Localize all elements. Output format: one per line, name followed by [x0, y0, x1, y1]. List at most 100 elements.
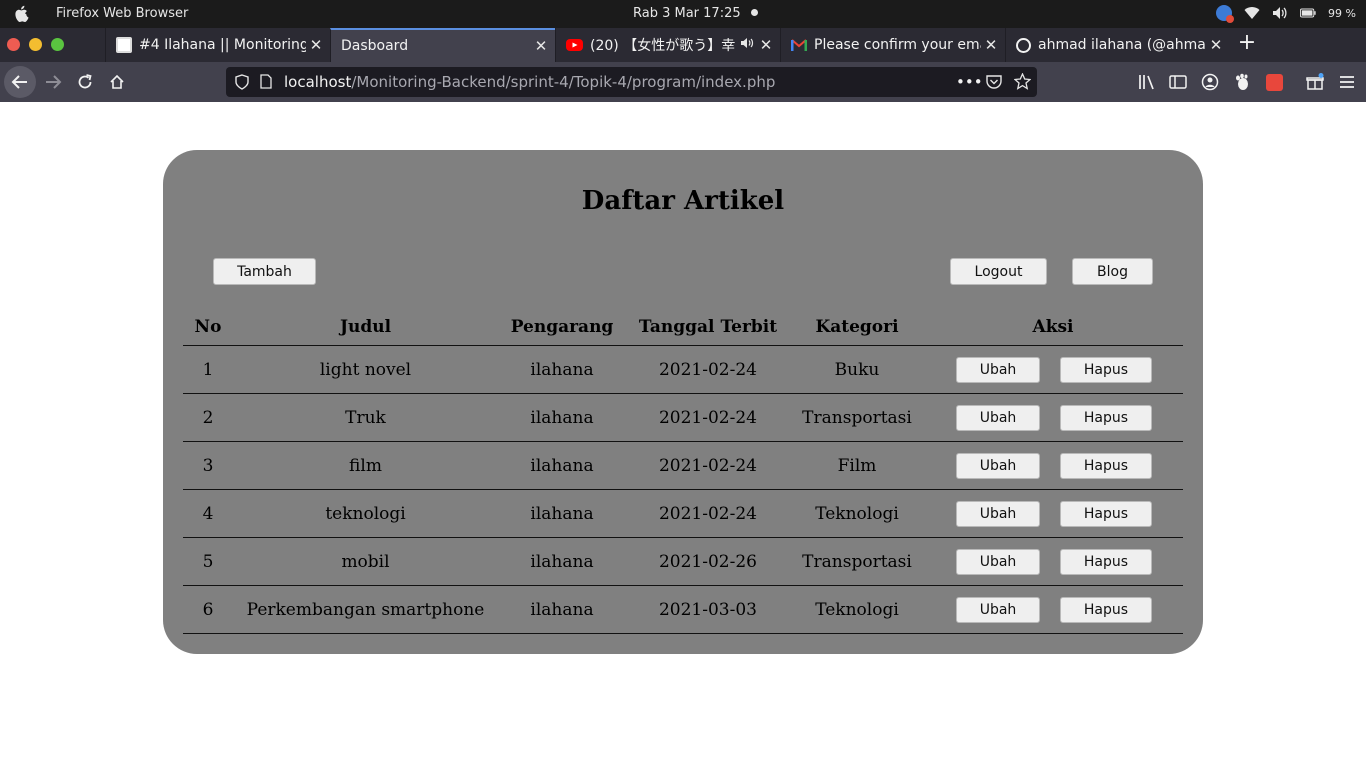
- cell-judul: film: [349, 455, 382, 476]
- tab-github[interactable]: ahmad ilahana (@ahmad ✕: [1005, 28, 1230, 62]
- hapus-button[interactable]: Hapus: [1060, 597, 1152, 623]
- home-button[interactable]: [101, 66, 133, 98]
- tab-title: ahmad ilahana (@ahmad: [1038, 37, 1206, 53]
- forward-arrow-icon: [46, 75, 62, 89]
- hapus-button[interactable]: Hapus: [1060, 549, 1152, 575]
- tab-dasboard[interactable]: Dasboard ✕: [330, 28, 555, 62]
- article-table: No Judul Pengarang Tanggal Terbit Katego…: [183, 308, 1183, 634]
- tab-gmail[interactable]: Please confirm your ema ✕: [780, 28, 1005, 62]
- url-bar[interactable]: localhost/Monitoring-Backend/sprint-4/To…: [226, 67, 1037, 97]
- pocket-icon[interactable]: [986, 74, 1002, 90]
- cell-pengarang: ilahana: [530, 455, 594, 476]
- tracking-shield-icon[interactable]: [235, 74, 249, 90]
- header-no: No: [194, 316, 222, 337]
- library-icon[interactable]: [1137, 72, 1157, 92]
- apple-logo-icon[interactable]: [14, 5, 30, 22]
- ubah-button[interactable]: Ubah: [956, 597, 1040, 623]
- account-icon[interactable]: [1200, 72, 1220, 92]
- cell-kategori: Teknologi: [815, 503, 899, 524]
- blog-button[interactable]: Blog: [1072, 258, 1153, 285]
- active-app-name[interactable]: Firefox Web Browser: [56, 6, 188, 21]
- header-pengarang: Pengarang: [510, 316, 614, 337]
- tab-close-icon[interactable]: ✕: [981, 36, 1001, 54]
- table-row: 3 film ilahana 2021-02-24 Film Ubah Hapu…: [183, 442, 1183, 490]
- ubah-button[interactable]: Ubah: [956, 357, 1040, 383]
- tab-close-icon[interactable]: ✕: [756, 36, 776, 54]
- tab-monitoring[interactable]: #4 Ilahana || Monitoring B ✕: [105, 28, 330, 62]
- menu-hamburger-icon[interactable]: [1337, 72, 1357, 92]
- ubah-button[interactable]: Ubah: [956, 501, 1040, 527]
- browser-nav-bar: localhost/Monitoring-Backend/sprint-4/To…: [0, 62, 1366, 102]
- forward-button[interactable]: [37, 66, 69, 98]
- system-tray: 99 %: [1216, 5, 1356, 23]
- speaker-icon[interactable]: [740, 37, 754, 53]
- table-row: 1 light novel ilahana 2021-02-24 Buku Ub…: [183, 346, 1183, 394]
- url-path: /Monitoring-Backend/sprint-4/Topik-4/pro…: [351, 73, 776, 91]
- wifi-icon[interactable]: [1244, 5, 1260, 21]
- os-top-bar: Firefox Web Browser Rab 3 Mar 17:25 99 %: [0, 0, 1366, 28]
- cell-no: 6: [202, 599, 214, 620]
- cell-no: 1: [202, 359, 214, 380]
- tambah-button[interactable]: Tambah: [213, 258, 316, 285]
- cell-pengarang: ilahana: [530, 503, 594, 524]
- cell-pengarang: ilahana: [530, 407, 594, 428]
- cell-no: 2: [202, 407, 214, 428]
- page-info-icon[interactable]: [260, 74, 272, 89]
- header-judul: Judul: [339, 316, 392, 337]
- cell-kategori: Transportasi: [802, 551, 912, 572]
- telegram-icon[interactable]: [1216, 5, 1235, 23]
- reload-button[interactable]: [69, 66, 101, 98]
- battery-percent[interactable]: 99 %: [1328, 7, 1356, 20]
- hapus-button[interactable]: Hapus: [1060, 357, 1152, 383]
- clock-text: Rab 3 Mar 17:25: [633, 6, 741, 21]
- gnome-extension-icon[interactable]: [1232, 72, 1252, 92]
- cell-kategori: Transportasi: [802, 407, 912, 428]
- header-tanggal-terbit: Tanggal Terbit: [638, 316, 778, 337]
- back-button[interactable]: [4, 66, 36, 98]
- page-title: Daftar Artikel: [581, 186, 785, 216]
- cell-judul: Perkembangan smartphone: [246, 599, 485, 620]
- tab-close-icon[interactable]: ✕: [306, 36, 326, 54]
- bookmark-star-icon[interactable]: [1014, 73, 1031, 90]
- cell-no: 5: [202, 551, 214, 572]
- notion-icon: [116, 37, 132, 53]
- hapus-button[interactable]: Hapus: [1060, 405, 1152, 431]
- window-minimize-button[interactable]: [29, 38, 42, 51]
- hapus-button[interactable]: Hapus: [1060, 453, 1152, 479]
- cell-no: 3: [202, 455, 214, 476]
- cell-no: 4: [202, 503, 214, 524]
- extension-red-icon[interactable]: [1264, 72, 1284, 92]
- header-aksi: Aksi: [1032, 316, 1074, 337]
- cell-tanggal: 2021-02-24: [658, 407, 757, 428]
- page-actions-icon[interactable]: •••: [956, 73, 983, 91]
- ubah-button[interactable]: Ubah: [956, 405, 1040, 431]
- logout-button[interactable]: Logout: [950, 258, 1047, 285]
- volume-icon[interactable]: [1272, 5, 1288, 21]
- cell-judul: Truk: [345, 407, 386, 428]
- gmail-icon: [791, 39, 807, 51]
- cell-tanggal: 2021-02-24: [658, 359, 757, 380]
- tab-close-icon[interactable]: ✕: [531, 37, 551, 55]
- whats-new-icon[interactable]: [1305, 72, 1325, 92]
- system-clock[interactable]: Rab 3 Mar 17:25: [633, 6, 758, 21]
- cell-pengarang: ilahana: [530, 599, 594, 620]
- ubah-button[interactable]: Ubah: [956, 453, 1040, 479]
- back-arrow-icon: [11, 75, 27, 89]
- window-close-button[interactable]: [7, 38, 20, 51]
- url-text[interactable]: localhost/Monitoring-Backend/sprint-4/To…: [284, 73, 775, 91]
- home-icon: [110, 74, 124, 89]
- tab-close-icon[interactable]: ✕: [1206, 36, 1226, 54]
- cell-judul: teknologi: [325, 503, 406, 524]
- tab-youtube[interactable]: (20) 【女性が歌う】幸 ✕: [555, 28, 780, 62]
- sidebar-icon[interactable]: [1168, 72, 1188, 92]
- github-icon: [1016, 37, 1031, 53]
- window-maximize-button[interactable]: [51, 38, 64, 51]
- new-tab-button[interactable]: +: [1236, 32, 1258, 56]
- cell-kategori: Buku: [834, 359, 880, 380]
- youtube-icon: [566, 39, 583, 51]
- battery-icon[interactable]: [1300, 5, 1316, 21]
- table-row: 4 teknologi ilahana 2021-02-24 Teknologi…: [183, 490, 1183, 538]
- hapus-button[interactable]: Hapus: [1060, 501, 1152, 527]
- cell-judul: light novel: [319, 359, 412, 380]
- ubah-button[interactable]: Ubah: [956, 549, 1040, 575]
